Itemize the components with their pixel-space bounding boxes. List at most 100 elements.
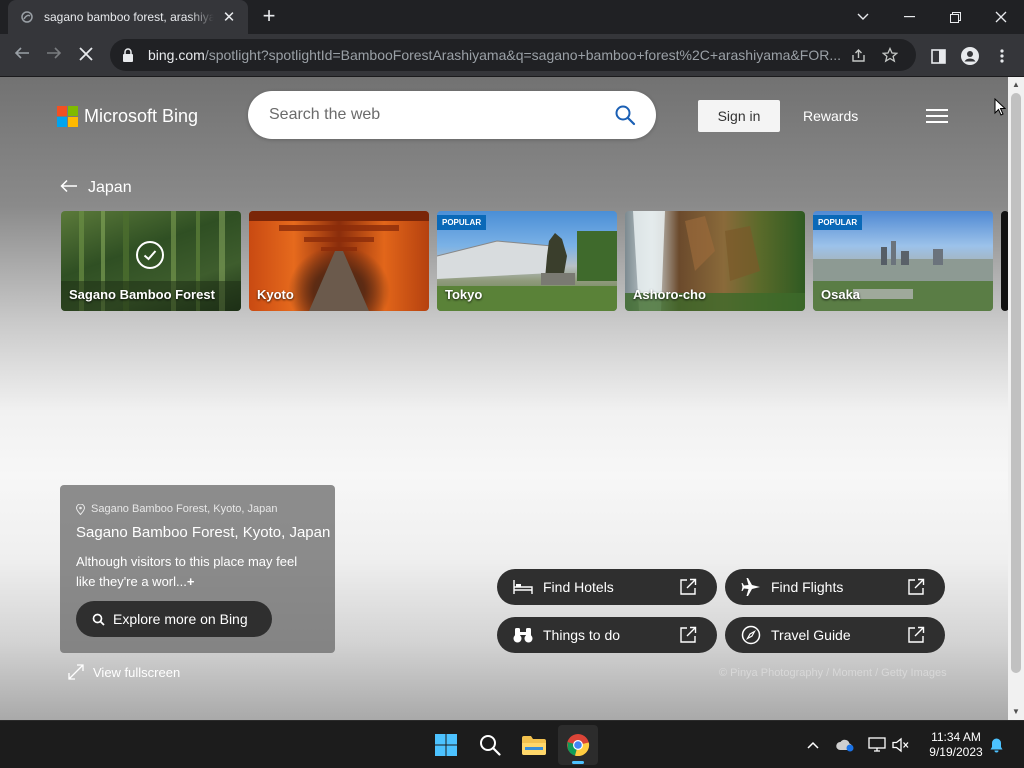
show-hidden-icons-chevron-icon[interactable] <box>802 721 824 768</box>
spotlight-title: Sagano Bamboo Forest, Kyoto, Japan <box>76 524 331 541</box>
destination-card-kyoto[interactable]: Kyoto <box>249 211 429 311</box>
destination-card-sagano[interactable]: Sagano Bamboo Forest <box>61 211 241 311</box>
url-text[interactable]: bing.com/spotlight?spotlightId=BambooFor… <box>148 47 840 63</box>
page-scrollbar[interactable]: ▲ ▼ <box>1008 77 1024 720</box>
tab-favicon-icon <box>20 10 34 24</box>
destination-card-title: Sagano Bamboo Forest <box>69 287 215 302</box>
logo-text: Microsoft Bing <box>84 106 199 126</box>
find-flights-button[interactable]: Find Flights <box>725 569 945 605</box>
start-button[interactable] <box>426 725 466 765</box>
tab-title: sagano bamboo forest, arashiyama <box>44 10 214 24</box>
action-label: Travel Guide <box>771 627 851 643</box>
scroll-up-arrow-icon[interactable]: ▲ <box>1008 78 1024 92</box>
expand-icon <box>68 664 84 680</box>
search-icon <box>480 735 501 756</box>
bookmark-star-icon[interactable] <box>876 41 904 69</box>
compass-icon <box>741 625 761 645</box>
popular-badge: POPULAR <box>437 215 487 230</box>
network-icon[interactable] <box>866 721 888 768</box>
external-link-icon <box>679 626 697 644</box>
photo-credit: © Pinya Photography / Moment / Getty Ima… <box>719 667 947 679</box>
sign-in-button[interactable]: Sign in <box>698 100 780 132</box>
search-icon <box>92 613 105 626</box>
scroll-down-arrow-icon[interactable]: ▼ <box>1008 705 1024 719</box>
microsoft-logo-icon <box>57 106 78 127</box>
folder-icon <box>522 736 546 755</box>
new-tab-button[interactable]: + <box>258 5 280 28</box>
travel-guide-button[interactable]: Travel Guide <box>725 617 945 653</box>
destination-card-tokyo[interactable]: POPULAR Tokyo <box>437 211 617 311</box>
destination-card-title: Ashoro-cho <box>633 287 706 302</box>
binoculars-icon <box>513 625 533 645</box>
file-explorer-button[interactable] <box>514 725 554 765</box>
chrome-icon <box>567 734 590 757</box>
external-link-icon <box>907 578 925 596</box>
view-fullscreen-label: View fullscreen <box>93 664 181 680</box>
explore-more-button[interactable]: Explore more on Bing <box>76 601 272 637</box>
share-icon[interactable] <box>844 41 872 69</box>
destination-card-next-peek[interactable] <box>1001 211 1008 311</box>
browser-toolbar: bing.com/spotlight?spotlightId=BambooFor… <box>0 34 1024 77</box>
spotlight-info-card: Sagano Bamboo Forest, Kyoto, Japan Sagan… <box>60 485 335 653</box>
breadcrumb-label: Japan <box>88 178 132 196</box>
mouse-cursor-icon <box>994 97 1007 116</box>
stop-loading-button[interactable] <box>73 42 99 68</box>
notification-bell-icon[interactable] <box>986 721 1006 768</box>
onedrive-cloud-icon[interactable] <box>834 721 856 768</box>
browser-tab[interactable]: sagano bamboo forest, arashiyama ✕ <box>8 0 248 34</box>
destination-card-title: Tokyo <box>445 287 483 302</box>
things-to-do-button[interactable]: Things to do <box>497 617 717 653</box>
back-to-japan-link[interactable]: Japan <box>60 177 132 198</box>
location-pin-icon <box>75 503 86 515</box>
forward-button[interactable] <box>41 42 67 68</box>
destination-card-title: Osaka <box>821 287 861 302</box>
search-icon[interactable] <box>614 104 636 126</box>
browser-titlebar: sagano bamboo forest, arashiyama ✕ + <box>0 0 1024 34</box>
close-window-button[interactable] <box>978 0 1024 34</box>
chrome-taskbar-button[interactable] <box>558 725 598 765</box>
hamburger-menu-icon[interactable] <box>926 109 948 123</box>
find-hotels-button[interactable]: Find Hotels <box>497 569 717 605</box>
side-panel-icon[interactable] <box>924 42 952 70</box>
url-host: bing.com <box>148 47 205 63</box>
rewards-link[interactable]: Rewards <box>803 108 858 124</box>
kebab-menu-icon[interactable] <box>988 42 1016 70</box>
back-arrow-icon <box>60 177 78 198</box>
selected-check-icon <box>136 241 164 269</box>
profile-avatar-icon[interactable] <box>956 42 984 70</box>
external-link-icon <box>679 578 697 596</box>
destination-card-title: Kyoto <box>257 287 294 302</box>
location-line: Sagano Bamboo Forest, Kyoto, Japan <box>75 503 278 515</box>
airplane-icon <box>741 577 761 597</box>
lock-icon[interactable] <box>122 48 136 62</box>
restore-button[interactable] <box>932 0 978 34</box>
tab-search-chevron-icon[interactable] <box>840 0 886 34</box>
search-box[interactable] <box>248 91 656 139</box>
popular-badge: POPULAR <box>813 215 863 230</box>
url-path: /spotlight?spotlightId=BambooForestArash… <box>204 47 840 63</box>
tab-close-icon[interactable]: ✕ <box>220 8 238 26</box>
scrollbar-thumb[interactable] <box>1011 93 1021 673</box>
address-bar[interactable]: bing.com/spotlight?spotlightId=BambooFor… <box>110 39 916 71</box>
action-label: Find Flights <box>771 579 844 595</box>
destination-card-osaka[interactable]: POPULAR Osaka <box>813 211 993 311</box>
view-fullscreen-link[interactable]: View fullscreen <box>68 664 180 680</box>
spotlight-description: Although visitors to this place may feel… <box>76 552 316 592</box>
action-label: Find Hotels <box>543 579 614 595</box>
back-button[interactable] <box>9 42 35 68</box>
explore-label: Explore more on Bing <box>113 611 248 627</box>
search-input[interactable] <box>269 106 614 124</box>
taskbar-search-button[interactable] <box>470 725 510 765</box>
bing-logo[interactable]: Microsoft Bing <box>57 106 198 127</box>
active-app-indicator <box>572 761 584 764</box>
external-link-icon <box>907 626 925 644</box>
location-text: Sagano Bamboo Forest, Kyoto, Japan <box>91 503 278 515</box>
destination-card-ashoro[interactable]: Ashoro-cho <box>625 211 805 311</box>
expand-description-icon[interactable]: + <box>187 574 195 589</box>
bing-spotlight-page: Microsoft Bing Sign in Rewards Japan <box>0 77 1008 720</box>
action-label: Things to do <box>543 627 621 643</box>
bed-icon <box>513 577 533 597</box>
volume-muted-icon[interactable] <box>890 721 912 768</box>
minimize-button[interactable] <box>886 0 932 34</box>
windows-taskbar: 11:34 AM 9/19/2023 <box>0 720 1024 768</box>
